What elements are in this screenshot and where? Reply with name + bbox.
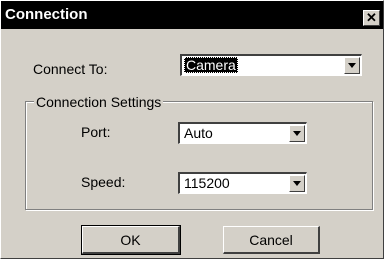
connection-settings-legend: Connection Settings (34, 94, 164, 110)
connect-to-select[interactable]: Camera (180, 54, 362, 76)
title-bar[interactable]: Connection ✕ (1, 1, 383, 29)
close-icon: ✕ (366, 10, 377, 25)
cancel-button-label: Cancel (249, 231, 293, 248)
ok-button-label: OK (120, 231, 141, 248)
speed-value: 115200 (184, 175, 230, 191)
chevron-down-icon (348, 63, 356, 68)
port-dropdown-button[interactable] (289, 125, 305, 142)
ok-button[interactable]: OK (81, 225, 181, 255)
chevron-down-icon (293, 131, 301, 136)
connect-to-dropdown-button[interactable] (344, 57, 360, 74)
port-select[interactable]: Auto (178, 122, 307, 144)
speed-label: Speed: (81, 174, 126, 190)
connect-to-value: Camera (184, 57, 238, 73)
close-button[interactable]: ✕ (363, 10, 380, 26)
speed-select[interactable]: 115200 (178, 172, 307, 194)
connect-to-label: Connect To: (33, 61, 108, 77)
chevron-down-icon (293, 181, 301, 186)
cancel-button[interactable]: Cancel (223, 226, 320, 254)
port-label: Port: (81, 124, 111, 140)
port-value: Auto (184, 125, 213, 141)
connection-dialog: Connection ✕ Connect To: Camera Connecti… (0, 0, 384, 259)
window-title: Connection (5, 6, 88, 23)
speed-dropdown-button[interactable] (289, 175, 305, 192)
